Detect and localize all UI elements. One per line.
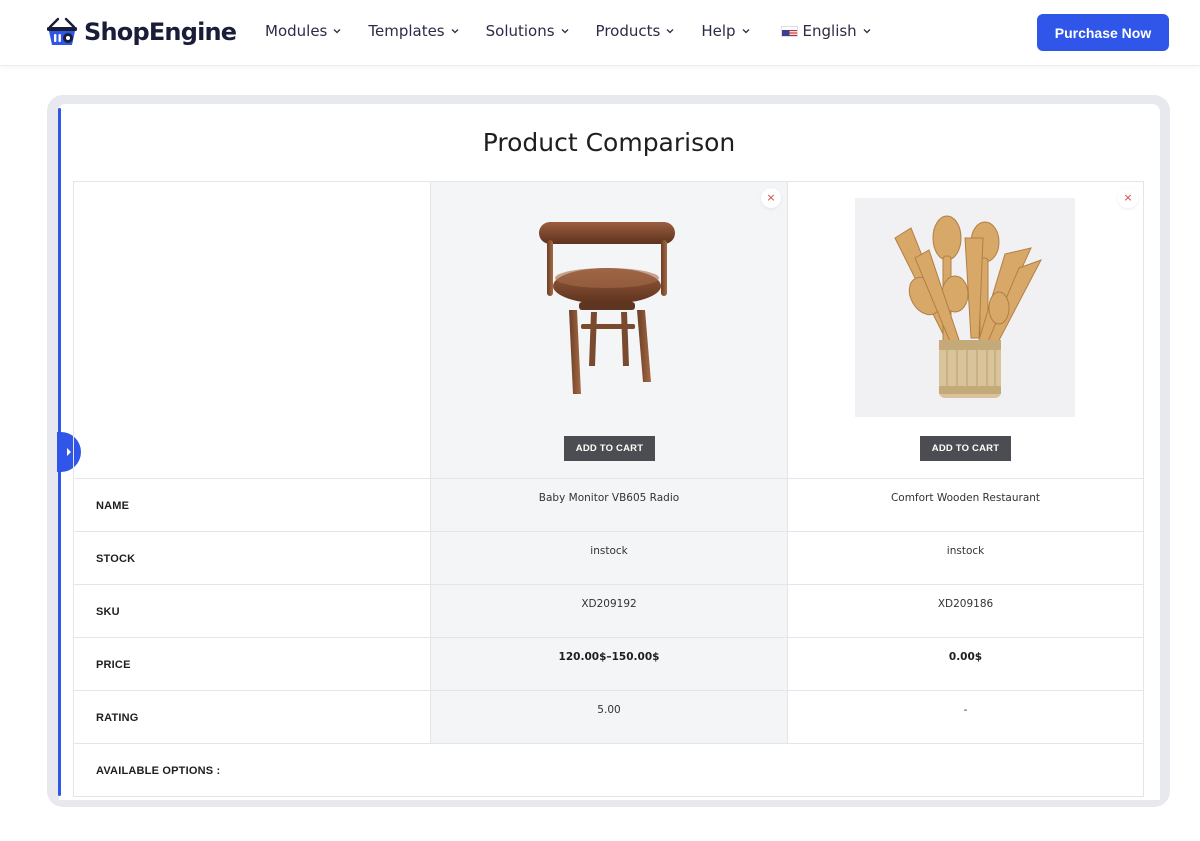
value-cell: 0.00$ <box>787 638 1144 690</box>
value-cell: 5.00 <box>430 691 787 743</box>
caret-right-icon <box>67 448 71 456</box>
remove-product-button[interactable]: × <box>761 188 781 208</box>
product-cell: × ADD TO CART <box>430 182 787 478</box>
value-cell: instock <box>787 532 1144 584</box>
price-value: 0.00$ <box>948 651 983 663</box>
nav-item-templates[interactable]: Templates <box>368 22 459 40</box>
brand-logo[interactable]: ShopEngine <box>46 16 237 48</box>
nav-item-products[interactable]: Products <box>596 22 675 40</box>
value-cell: - <box>787 691 1144 743</box>
nav-item-help[interactable]: Help <box>701 22 749 40</box>
product-image-chair[interactable] <box>533 216 683 396</box>
chevron-down-icon <box>451 29 459 34</box>
main-nav: Modules Templates Solutions Products Hel… <box>265 22 898 40</box>
chair-image <box>539 222 675 394</box>
table-row-price: PRICE 120.00$–150.00$ 0.00$ <box>73 638 1144 691</box>
chevron-down-icon <box>561 29 569 34</box>
sku-value: XD209192 <box>581 598 637 610</box>
table-row-images: × ADD TO CART × ADD TO CART <box>73 181 1144 479</box>
label-cell: STOCK <box>73 532 430 584</box>
nav-label: Help <box>701 22 736 40</box>
nav-item-modules[interactable]: Modules <box>265 22 341 40</box>
row-label: AVAILABLE OPTIONS : <box>96 765 221 777</box>
label-cell: SKU <box>73 585 430 637</box>
rating-value: - <box>963 704 968 716</box>
table-row-stock: STOCK instock instock <box>73 532 1144 585</box>
value-cell: Comfort Wooden Restaurant <box>787 479 1144 531</box>
nav-label: Solutions <box>485 22 555 40</box>
row-label: SKU <box>96 606 120 618</box>
label-cell: RATING <box>73 691 430 743</box>
row-label: NAME <box>96 500 130 512</box>
product-name: Baby Monitor VB605 Radio <box>538 492 680 504</box>
label-cell: NAME <box>73 479 430 531</box>
stock-status: instock <box>946 545 985 557</box>
table-row-name: NAME Baby Monitor VB605 Radio Comfort Wo… <box>73 479 1144 532</box>
chevron-down-icon <box>863 29 871 34</box>
price-value: 120.00$–150.00$ <box>558 651 660 663</box>
value-cell: Baby Monitor VB605 Radio <box>430 479 787 531</box>
chevron-down-icon <box>666 29 674 34</box>
nav-label: Products <box>595 22 661 40</box>
utensils-image <box>894 215 1043 398</box>
label-cell: PRICE <box>73 638 430 690</box>
language-selector[interactable]: English <box>780 22 871 40</box>
brand-name: ShopEngine <box>84 18 237 46</box>
site-header: ShopEngine Modules Templates Solutions P… <box>0 0 1200 66</box>
page-title: Product Comparison <box>482 128 736 157</box>
nav-label: Modules <box>265 22 328 40</box>
row-label: RATING <box>96 712 139 724</box>
basket-logo-icon <box>46 17 78 47</box>
remove-product-button[interactable]: × <box>1118 188 1138 208</box>
chevron-down-icon <box>333 29 341 34</box>
table-row-sku: SKU XD209192 XD209186 <box>73 585 1144 638</box>
empty-cell <box>73 182 430 478</box>
value-cell: XD209186 <box>787 585 1144 637</box>
sku-value: XD209186 <box>937 598 994 610</box>
stock-status: instock <box>590 545 628 557</box>
value-cell: 120.00$–150.00$ <box>430 638 787 690</box>
value-cell: instock <box>430 532 787 584</box>
product-image-utensils[interactable] <box>855 198 1075 417</box>
label-cell: AVAILABLE OPTIONS : <box>73 744 1144 796</box>
table-row-rating: RATING 5.00 - <box>73 691 1144 744</box>
us-flag-icon <box>780 25 798 37</box>
table-row-options: AVAILABLE OPTIONS : <box>73 744 1144 797</box>
add-to-cart-button[interactable]: ADD TO CART <box>920 436 1011 461</box>
add-to-cart-button[interactable]: ADD TO CART <box>564 436 655 461</box>
nav-item-solutions[interactable]: Solutions <box>486 22 569 40</box>
rating-value: 5.00 <box>597 704 621 716</box>
row-label: STOCK <box>96 553 136 565</box>
language-label: English <box>802 22 857 40</box>
nav-label: Templates <box>368 22 445 40</box>
purchase-now-button[interactable]: Purchase Now <box>1037 14 1169 51</box>
product-cell: × ADD TO CART <box>787 182 1144 478</box>
product-name: Comfort Wooden Restaurant <box>890 492 1041 504</box>
value-cell: XD209192 <box>430 585 787 637</box>
row-label: PRICE <box>96 659 131 671</box>
chevron-down-icon <box>742 29 749 34</box>
